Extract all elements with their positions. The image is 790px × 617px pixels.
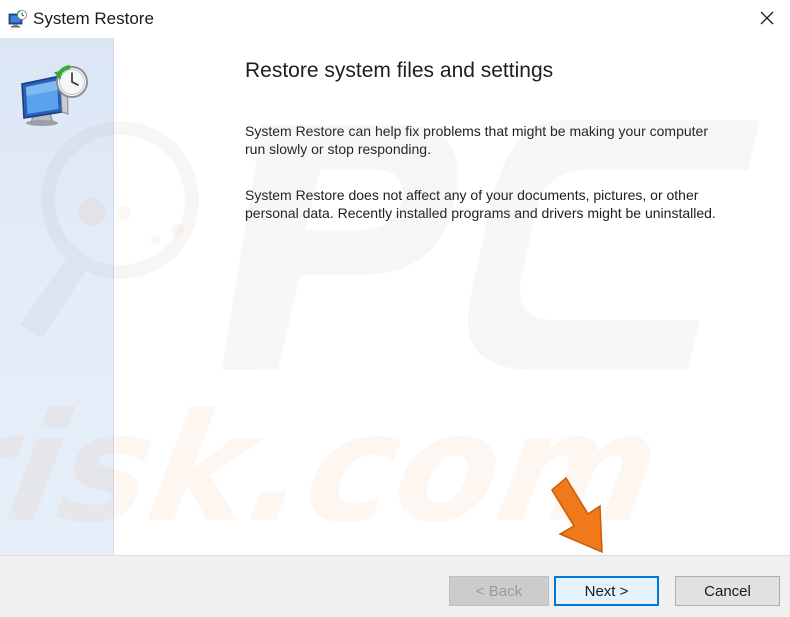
system-restore-window: System Restore Restore system files and … bbox=[0, 0, 790, 617]
wizard-footer: < Back Next > Cancel bbox=[0, 555, 790, 617]
back-button[interactable]: < Back bbox=[449, 576, 549, 606]
wizard-content: Restore system files and settings System… bbox=[114, 38, 790, 555]
window-title: System Restore bbox=[33, 9, 154, 28]
system-restore-icon bbox=[8, 9, 27, 28]
page-heading: Restore system files and settings bbox=[245, 59, 554, 82]
title-bar: System Restore bbox=[0, 0, 790, 38]
close-button[interactable] bbox=[744, 0, 790, 36]
cancel-button[interactable]: Cancel bbox=[675, 576, 780, 606]
system-restore-monitor-clock-icon bbox=[21, 65, 88, 126]
next-button[interactable]: Next > bbox=[554, 576, 659, 606]
close-icon bbox=[760, 11, 774, 25]
description-paragraph-1: System Restore can help fix problems tha… bbox=[245, 123, 708, 157]
orange-arrow-icon bbox=[551, 476, 603, 554]
wizard-sidebar bbox=[0, 38, 114, 555]
description-paragraph-2: System Restore does not affect any of yo… bbox=[245, 187, 716, 221]
